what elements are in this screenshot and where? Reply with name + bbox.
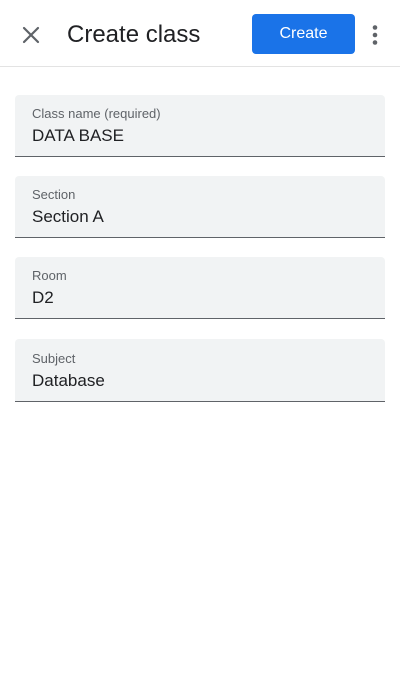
section-field[interactable]: Section Section A (15, 176, 385, 238)
class-name-field[interactable]: Class name (required) DATA BASE (15, 95, 385, 157)
section-input[interactable]: Section A (32, 206, 104, 228)
more-options-button[interactable] (362, 19, 388, 51)
more-vert-icon (372, 25, 378, 45)
subject-label: Subject (32, 351, 76, 366)
room-label: Room (32, 268, 67, 283)
close-icon (22, 26, 40, 44)
subject-field[interactable]: Subject Database (15, 339, 385, 402)
class-name-input[interactable]: DATA BASE (32, 125, 124, 147)
class-name-label: Class name (required) (32, 106, 161, 121)
app-bar: Create class Create (0, 0, 400, 67)
room-input[interactable]: D2 (32, 287, 54, 309)
room-field[interactable]: Room D2 (15, 257, 385, 319)
section-label: Section (32, 187, 76, 202)
page-title: Create class (67, 21, 201, 48)
close-button[interactable] (15, 19, 47, 51)
subject-input[interactable]: Database (32, 370, 105, 392)
create-class-screen: Create class Create Class name (required… (0, 0, 400, 700)
create-button[interactable]: Create (252, 14, 355, 54)
